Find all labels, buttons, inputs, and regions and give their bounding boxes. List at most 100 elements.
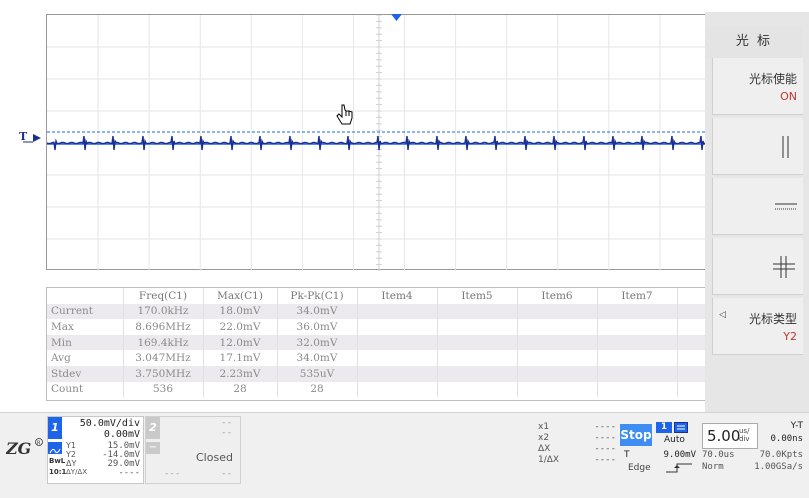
menu-item-value: ON xyxy=(780,90,797,103)
timebase-box[interactable]: 5.00 us/div xyxy=(702,423,758,449)
record-points: 70.0Kpts xyxy=(759,450,803,460)
menu-item-value: Y2 xyxy=(783,330,797,343)
measurement-header-row: Freq(C1) Max(C1) Pk-Pk(C1) Item4 Item5 I… xyxy=(47,288,709,304)
measurement-table: Freq(C1) Max(C1) Pk-Pk(C1) Item4 Item5 I… xyxy=(46,287,710,401)
measurement-header-cell[interactable]: Pk-Pk(C1) xyxy=(277,288,358,304)
keyboard-icon xyxy=(674,422,688,433)
table-cell: 535uV xyxy=(277,365,358,382)
measurement-header-cell[interactable]: Item7 xyxy=(597,288,678,304)
cursor-type-button[interactable]: ◁ 光标类型 Y2 xyxy=(712,298,803,355)
row-label: Min xyxy=(47,334,124,351)
zlg-logo: ZG R xyxy=(5,434,44,460)
menu-item-label: 光标类型 xyxy=(748,312,797,326)
trigger-arrow-icon xyxy=(23,134,41,143)
channel2-extra: --- xyxy=(164,469,181,479)
channel1-scale: 50.0mV/div xyxy=(79,418,140,429)
channel2-offset: -- xyxy=(221,428,232,438)
menu-title: 光 标 xyxy=(705,26,803,58)
timebase-value: 5.00 xyxy=(707,427,741,445)
record-duration: 70.0us xyxy=(702,450,735,460)
x1-value: ---- xyxy=(594,422,616,432)
timebase-unit: us/div xyxy=(739,427,750,443)
table-cell: 2.23mV xyxy=(203,365,278,382)
channel1-number: 1 xyxy=(48,417,62,439)
cursor-enable-button[interactable]: 光标使能 ON xyxy=(712,58,803,115)
table-row: Max 8.696MHz 22.0mV 36.0mV xyxy=(47,319,709,335)
timebase-panel[interactable]: 5.00 us/div Y-T 0.00ns 70.0us 70.0Kpts N… xyxy=(700,420,807,476)
trigger-position-icon[interactable] xyxy=(391,14,402,22)
channel1-panel[interactable]: 1 50.0mV/div 0.00mV Y1 15.0mV Y2 -14.0mV… xyxy=(47,416,144,484)
table-row: Avg 3.047MHz 17.1mV 34.0mV xyxy=(47,350,709,366)
acquisition-mode: Norm xyxy=(702,462,724,472)
table-cell: 18.0mV xyxy=(203,303,278,320)
table-cell: 12.0mV xyxy=(203,334,278,351)
waveform-grid xyxy=(47,15,711,271)
table-cell: 536 xyxy=(123,381,204,398)
table-cell: 28 xyxy=(277,381,358,398)
trigger-panel[interactable]: Stop 1 Auto T 9.00mV Edge xyxy=(620,420,698,476)
inv-dx-value: ---- xyxy=(594,455,616,465)
table-cell: 34.0mV xyxy=(277,303,358,320)
table-cell: 169.4kHz xyxy=(123,334,204,351)
channel2-coupling-icon: − xyxy=(146,442,160,454)
measurement-header-cell[interactable]: Max(C1) xyxy=(203,288,278,304)
x1-label: x1 xyxy=(538,422,550,432)
table-cell: 34.0mV xyxy=(277,350,358,366)
dy-label: ΔY xyxy=(66,459,77,468)
waveform-display[interactable] xyxy=(46,14,711,271)
dx-label: ΔX xyxy=(538,444,551,454)
row-label: Count xyxy=(47,381,124,398)
cursor-readout: x1 ---- x2 ---- ΔX ---- 1/ΔX ---- xyxy=(536,422,620,476)
trigger-source: 1 xyxy=(656,422,672,433)
channel1-offset: 0.00mV xyxy=(103,429,140,440)
rising-edge-icon xyxy=(666,463,692,473)
measurement-header-cell[interactable]: Item5 xyxy=(437,288,518,304)
table-cell: 28 xyxy=(203,381,278,398)
inv-dx-label: 1/ΔX xyxy=(538,455,560,465)
dy-ratio-value: ---- xyxy=(118,468,140,478)
trigger-type-label: T xyxy=(624,450,630,460)
table-row: Stdev 3.750MHz 2.23mV 535uV xyxy=(47,365,709,382)
row-label: Avg xyxy=(47,350,124,366)
table-row: Current 170.0kHz 18.0mV 34.0mV xyxy=(47,303,709,320)
zlg-logo-icon: ZG R xyxy=(5,438,43,458)
trigger-mode: Auto xyxy=(664,435,685,445)
trigger-level-marker[interactable]: T xyxy=(19,130,45,146)
horizontal-cursors-icon xyxy=(775,203,797,210)
trigger-level: 9.00mV xyxy=(663,450,696,460)
display-mode: Y-T xyxy=(790,421,803,431)
x2-label: x2 xyxy=(538,433,550,443)
vertical-cursors-icon xyxy=(782,136,789,158)
menu-item-label: 光标使能 xyxy=(748,72,797,86)
measurement-header-cell[interactable]: Item6 xyxy=(517,288,598,304)
measurement-header-cell[interactable]: Item4 xyxy=(357,288,438,304)
svg-text:ZG: ZG xyxy=(6,439,31,458)
channel2-panel[interactable]: 2 -- -- − Closed --- -- xyxy=(145,416,241,484)
channel2-extra2: -- xyxy=(221,469,232,479)
left-arrow-icon: ◁ xyxy=(719,310,726,320)
table-cell: 32.0mV xyxy=(277,334,358,351)
table-row: Min 169.4kHz 12.0mV 32.0mV xyxy=(47,334,709,351)
run-stop-status[interactable]: Stop xyxy=(620,424,652,446)
trigger-delay: 0.00ns xyxy=(770,434,803,444)
horizontal-cursor-button[interactable] xyxy=(712,178,803,235)
table-row: Count 536 28 28 xyxy=(47,381,709,398)
row-label: Stdev xyxy=(47,365,124,382)
table-cell: 3.047MHz xyxy=(123,350,204,366)
y2-label: Y2 xyxy=(66,450,76,459)
cross-cursor-button[interactable] xyxy=(712,238,803,295)
bandwidth-limit: BwL xyxy=(49,457,66,465)
dy-ratio-label: ΔY/ΔX xyxy=(66,468,88,476)
table-cell: 170.0kHz xyxy=(123,303,204,320)
channel1-coupling-icon xyxy=(48,442,62,454)
channel2-scale: -- xyxy=(221,418,232,428)
trigger-edge-label: Edge xyxy=(628,463,651,473)
table-cell: 36.0mV xyxy=(277,319,358,335)
table-cell: 22.0mV xyxy=(203,319,278,335)
table-cell: 17.1mV xyxy=(203,350,278,366)
hand-cursor-icon xyxy=(336,104,353,125)
row-label: Max xyxy=(47,319,124,335)
measurement-header-cell[interactable]: Freq(C1) xyxy=(123,288,204,304)
vertical-cursor-button[interactable] xyxy=(712,118,803,175)
svg-text:R: R xyxy=(37,441,41,447)
